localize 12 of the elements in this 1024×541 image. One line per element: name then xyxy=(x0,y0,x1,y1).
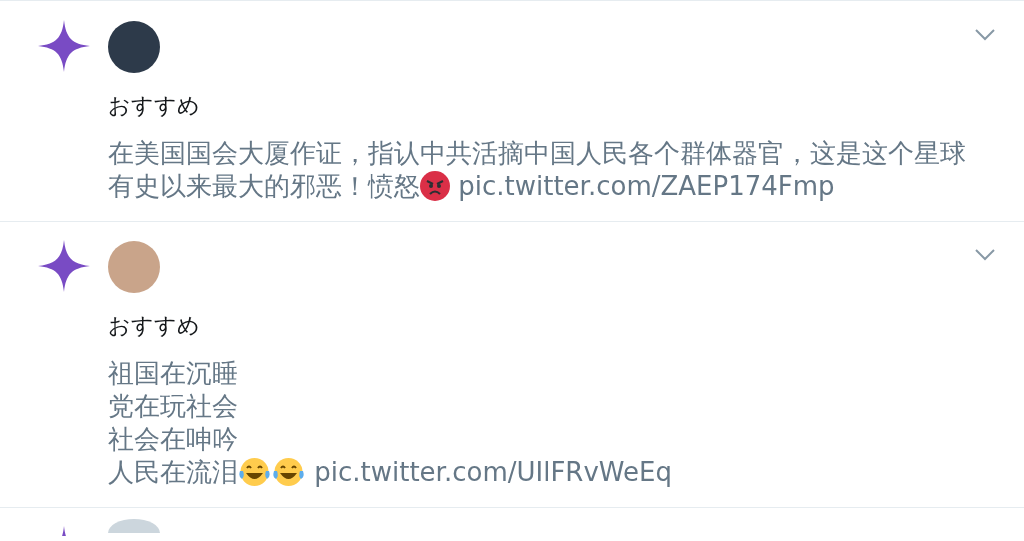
recommended-label: おすすめ xyxy=(108,312,200,340)
tweet-text: 在美国国会大厦作证，指认中共活摘中国人民各个群体器官，这是这个星球有史以来最大的邪恶！愤怒 pic.twitter.com/ZAEP174Fmp xyxy=(108,137,967,203)
recommended-label: おすすめ xyxy=(108,92,200,120)
avatar[interactable] xyxy=(108,21,160,73)
laughing-tears-face-icon xyxy=(238,457,271,487)
chevron-down-icon[interactable] xyxy=(974,28,996,42)
tweet-text: 祖国在沉睡 党在玩社会 社会在呻吟 人民在流泪 pic.twitter.com/UIlFRvWeEq xyxy=(108,357,673,489)
link[interactable]: pic.twitter.com/ZAEP174Fmp xyxy=(450,171,835,201)
link[interactable]: pic.twitter.com/UIlFRvWeEq xyxy=(306,457,672,487)
laughing-tears-face-icon xyxy=(272,457,305,487)
chevron-down-icon[interactable] xyxy=(974,248,996,262)
angry-face-icon xyxy=(420,171,450,201)
